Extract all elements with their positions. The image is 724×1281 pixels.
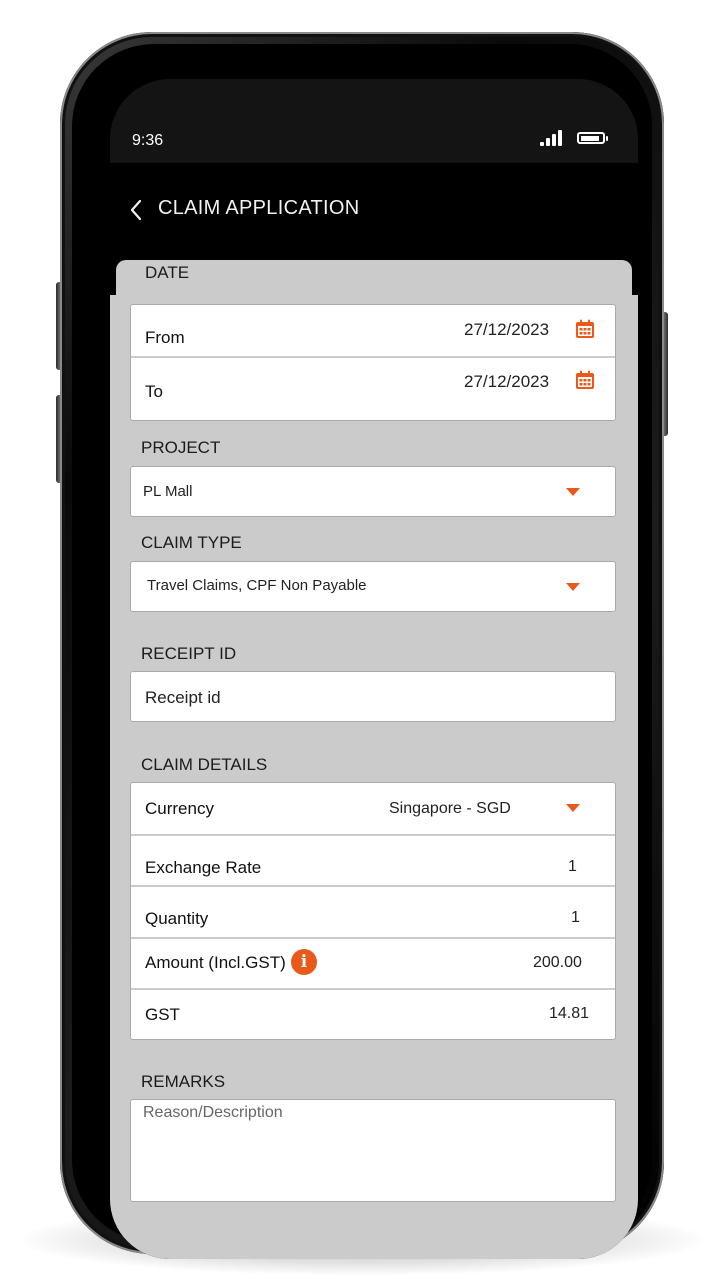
section-label-remarks: REMARKS bbox=[141, 1072, 226, 1091]
section-label-claim-type: CLAIM TYPE bbox=[141, 533, 242, 552]
claim-type-value: Travel Claims, CPF Non Payable bbox=[147, 577, 367, 594]
app-screen: 9:36 CLAIM APPLICATION DATE From 27/12/2… bbox=[110, 79, 638, 1259]
caret-down-icon bbox=[566, 583, 580, 591]
date-from-label: From bbox=[145, 328, 185, 347]
caret-down-icon bbox=[566, 804, 580, 812]
battery-icon bbox=[577, 132, 608, 144]
claim-type-select[interactable]: Travel Claims, CPF Non Payable bbox=[130, 561, 616, 612]
date-card: From 27/12/2023 To 27/12/2023 bbox=[130, 304, 616, 421]
date-to-value[interactable]: 27/12/2023 bbox=[464, 372, 549, 392]
date-from-value[interactable]: 27/12/2023 bbox=[464, 320, 549, 340]
quantity-label: Quantity bbox=[145, 909, 209, 928]
gst-value[interactable]: 14.81 bbox=[549, 1005, 589, 1023]
exchange-rate-value[interactable]: 1 bbox=[568, 858, 577, 876]
remarks-placeholder: Reason/Description bbox=[143, 1104, 283, 1121]
remarks-textarea[interactable]: Reason/Description bbox=[130, 1099, 616, 1202]
chevron-left-icon[interactable] bbox=[122, 195, 152, 225]
section-label-claim-details: CLAIM DETAILS bbox=[141, 755, 268, 774]
status-bar: 9:36 bbox=[110, 79, 638, 163]
amount-value[interactable]: 200.00 bbox=[533, 954, 582, 972]
quantity-value[interactable]: 1 bbox=[571, 909, 580, 927]
date-from-row[interactable]: From 27/12/2023 bbox=[131, 305, 615, 356]
currency-row[interactable]: Currency Singapore - SGD bbox=[131, 783, 615, 834]
date-to-label: To bbox=[145, 382, 163, 401]
caret-down-icon bbox=[566, 488, 580, 496]
date-to-row[interactable]: To 27/12/2023 bbox=[131, 358, 615, 420]
amount-row[interactable]: Amount (Incl.GST) i 200.00 bbox=[131, 939, 615, 988]
section-label-date: DATE bbox=[145, 263, 190, 282]
signal-icon bbox=[540, 130, 564, 146]
app-header: CLAIM APPLICATION bbox=[110, 163, 638, 263]
section-label-project: PROJECT bbox=[141, 438, 221, 457]
project-select[interactable]: PL Mall bbox=[130, 466, 616, 517]
section-label-receipt-id: RECEIPT ID bbox=[141, 644, 237, 663]
device-mockup: 9:36 CLAIM APPLICATION DATE From 27/12/2… bbox=[0, 0, 724, 1281]
calendar-icon[interactable] bbox=[575, 319, 595, 339]
exchange-rate-label: Exchange Rate bbox=[145, 858, 262, 877]
calendar-icon[interactable] bbox=[575, 370, 595, 390]
project-value: PL Mall bbox=[143, 483, 193, 500]
gst-label: GST bbox=[145, 1005, 180, 1024]
receipt-id-placeholder: Receipt id bbox=[145, 688, 221, 707]
currency-value[interactable]: Singapore - SGD bbox=[389, 800, 511, 818]
receipt-id-input[interactable]: Receipt id bbox=[130, 671, 616, 722]
amount-label: Amount (Incl.GST) bbox=[145, 953, 286, 972]
gst-row[interactable]: GST 14.81 bbox=[131, 990, 615, 1039]
page-title: CLAIM APPLICATION bbox=[158, 197, 360, 219]
currency-label: Currency bbox=[145, 799, 214, 818]
phone-bezel: 9:36 CLAIM APPLICATION DATE From 27/12/2… bbox=[72, 44, 652, 1259]
status-time: 9:36 bbox=[132, 132, 164, 149]
phone-frame: 9:36 CLAIM APPLICATION DATE From 27/12/2… bbox=[60, 32, 664, 1259]
form-content: DATE From 27/12/2023 To 27/12/2023 PROJE… bbox=[110, 263, 638, 1259]
exchange-rate-row[interactable]: Exchange Rate 1 bbox=[131, 836, 615, 885]
claim-details-card: Currency Singapore - SGD Exchange Rate 1… bbox=[130, 782, 616, 1040]
quantity-row[interactable]: Quantity 1 bbox=[131, 887, 615, 937]
info-icon[interactable]: i bbox=[291, 949, 317, 975]
